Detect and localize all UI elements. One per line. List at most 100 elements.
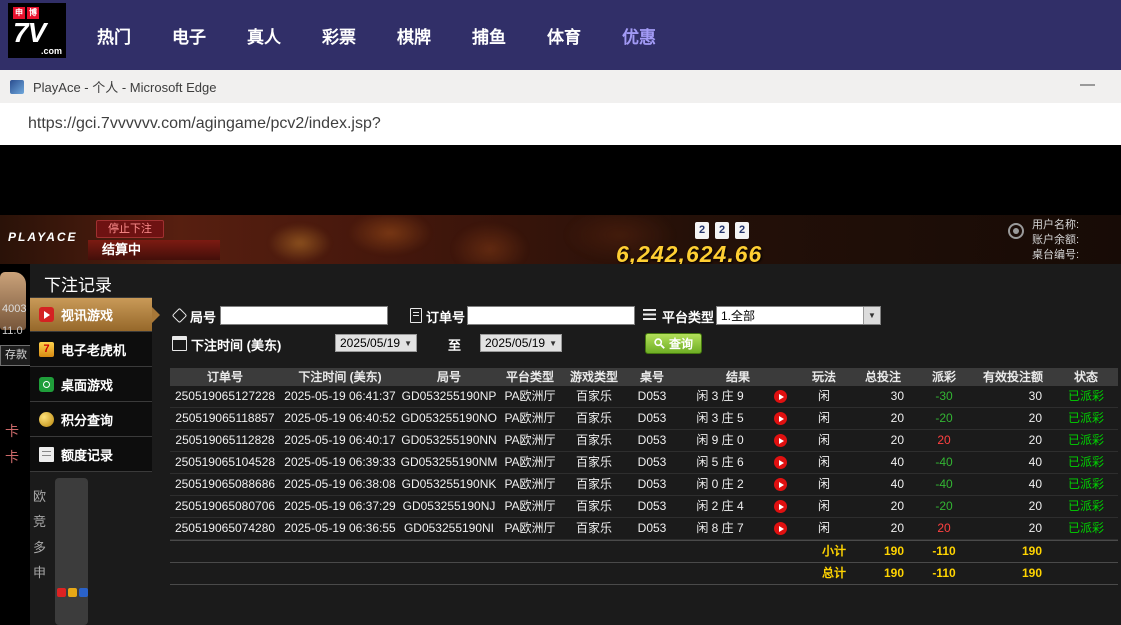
column-header-2: 局号 <box>400 368 498 386</box>
cell-table: D053 <box>626 430 678 451</box>
minimize-button[interactable]: — <box>1080 76 1095 93</box>
play-video-icon[interactable] <box>774 390 787 403</box>
cell-table: D053 <box>626 496 678 517</box>
select-dropdown-button[interactable]: ▼ <box>863 307 880 324</box>
cell-status: 已派彩 <box>1054 496 1118 517</box>
casino-banner: PLAYACE 停止下注 结算中 222 6,242,624.66 用户名称: … <box>0 215 1121 264</box>
ledger-icon <box>39 447 54 462</box>
url-text[interactable]: https://gci.7vvvvvv.com/agingame/pcv2/in… <box>28 115 381 133</box>
column-header-8: 总投注 <box>850 368 916 386</box>
sidebar-item-3[interactable]: 积分查询 <box>30 402 152 437</box>
nav-item-0[interactable]: 热门 <box>97 23 131 48</box>
search-button-label: 查询 <box>669 335 693 352</box>
cell-result: 闲 2 庄 4 <box>678 496 762 517</box>
play-video-icon[interactable] <box>774 456 787 469</box>
cell-payout: -20 <box>916 496 972 517</box>
cell-valid: 30 <box>972 386 1054 407</box>
cell-total: 20 <box>850 430 916 451</box>
nav-item-5[interactable]: 捕鱼 <box>472 23 506 48</box>
cell-result: 闲 3 庄 9 <box>678 386 762 407</box>
balance-label: 账户余额: <box>1032 233 1079 248</box>
cell-game: 百家乐 <box>562 474 626 495</box>
bet-time-filter-label: 下注时间 (美东) <box>191 335 281 354</box>
deposit-button[interactable]: 存款 <box>0 345 32 366</box>
play-video-icon[interactable] <box>774 500 787 513</box>
cell-play <box>762 452 798 473</box>
address-bar[interactable]: https://gci.7vvvvvv.com/agingame/pcv2/in… <box>0 103 1121 146</box>
cell-valid: 20 <box>972 408 1054 429</box>
table-row: 2505190650742802025-05-19 06:36:55GD0532… <box>170 518 1118 540</box>
grand-total-row-payout: -110 <box>916 563 972 584</box>
cell-valid: 20 <box>972 496 1054 517</box>
cell-round: GD053255190NM <box>400 452 498 473</box>
cell-result: 闲 8 庄 7 <box>678 518 762 539</box>
cell-order: 250519065112828 <box>170 430 280 451</box>
sidebar-item-label: 积分查询 <box>61 410 113 429</box>
cell-total: 30 <box>850 386 916 407</box>
table-row: 2505190650807062025-05-19 06:37:29GD0532… <box>170 496 1118 518</box>
chevron-down-icon: ▼ <box>404 339 412 348</box>
cell-play <box>762 386 798 407</box>
sidebar-item-1[interactable]: 电子老虎机 <box>30 332 152 367</box>
remnant-menu-char: 欧 <box>33 486 46 505</box>
order-input[interactable] <box>467 306 635 325</box>
panel-sidebar: 视讯游戏电子老虎机桌面游戏积分查询额度记录 <box>30 297 152 472</box>
sidebar-item-4[interactable]: 额度记录 <box>30 437 152 472</box>
search-button[interactable]: 查询 <box>645 333 702 354</box>
date-from-picker[interactable]: 2025/05/19 ▼ <box>335 334 417 352</box>
play-video-icon[interactable] <box>774 412 787 425</box>
remnant-menu-char: 多 <box>33 537 46 556</box>
platform-select[interactable]: 1.全部 ▼ <box>716 306 881 325</box>
cell-total: 40 <box>850 452 916 473</box>
site-logo[interactable]: 申 博 7V .com <box>8 3 66 58</box>
cell-platform: PA欧洲厅 <box>498 518 562 539</box>
cell-status: 已派彩 <box>1054 452 1118 473</box>
order-filter-label: 订单号 <box>426 307 465 326</box>
cell-playtype: 闲 <box>798 496 850 517</box>
cell-status: 已派彩 <box>1054 430 1118 451</box>
sidebar-item-0[interactable]: 视讯游戏 <box>30 297 152 332</box>
cell-game: 百家乐 <box>562 452 626 473</box>
table-row: 2505190651272282025-05-19 06:41:37GD0532… <box>170 386 1118 408</box>
logo-brand: 7V <box>13 17 45 49</box>
play-video-icon[interactable] <box>774 478 787 491</box>
nav-item-2[interactable]: 真人 <box>247 23 281 48</box>
column-header-9: 派彩 <box>916 368 972 386</box>
column-header-6: 结果 <box>678 368 798 386</box>
cell-table: D053 <box>626 474 678 495</box>
column-header-7: 玩法 <box>798 368 850 386</box>
nav-item-1[interactable]: 电子 <box>172 23 206 48</box>
cell-playtype: 闲 <box>798 430 850 451</box>
grand-total-row-total: 190 <box>850 563 916 584</box>
column-header-4: 游戏类型 <box>562 368 626 386</box>
play-video-icon[interactable] <box>774 522 787 535</box>
subtotal-row: 小计190-110190 <box>170 540 1118 563</box>
play-video-icon[interactable] <box>774 434 787 447</box>
list-icon <box>643 309 656 320</box>
nav-item-6[interactable]: 体育 <box>547 23 581 48</box>
nav-item-3[interactable]: 彩票 <box>322 23 356 48</box>
round-filter-label: 局号 <box>190 307 216 326</box>
cell-time: 2025-05-19 06:36:55 <box>280 518 400 539</box>
cell-order: 250519065088686 <box>170 474 280 495</box>
date-to-picker[interactable]: 2025/05/19 ▼ <box>480 334 562 352</box>
stop-bet-button[interactable]: 停止下注 <box>96 220 164 238</box>
cell-game: 百家乐 <box>562 408 626 429</box>
table-header-row: 订单号下注时间 (美东)局号平台类型游戏类型桌号结果玩法总投注派彩有效投注额状态 <box>170 368 1118 386</box>
sidebar-item-2[interactable]: 桌面游戏 <box>30 367 152 402</box>
nav-item-7[interactable]: 优惠 <box>622 23 656 48</box>
round-input[interactable] <box>220 306 388 325</box>
table-row: 2505190651188572025-05-19 06:40:52GD0532… <box>170 408 1118 430</box>
cell-total: 20 <box>850 496 916 517</box>
platform-filter-label: 平台类型 <box>662 307 714 326</box>
video-icon <box>39 307 54 322</box>
cell-game: 百家乐 <box>562 430 626 451</box>
cell-playtype: 闲 <box>798 474 850 495</box>
column-header-0: 订单号 <box>170 368 280 386</box>
cell-playtype: 闲 <box>798 408 850 429</box>
cell-platform: PA欧洲厅 <box>498 386 562 407</box>
nav-item-4[interactable]: 棋牌 <box>397 23 431 48</box>
cell-total: 20 <box>850 408 916 429</box>
subtotal-row-payout: -110 <box>916 541 972 562</box>
remnant-logo <box>57 588 88 597</box>
